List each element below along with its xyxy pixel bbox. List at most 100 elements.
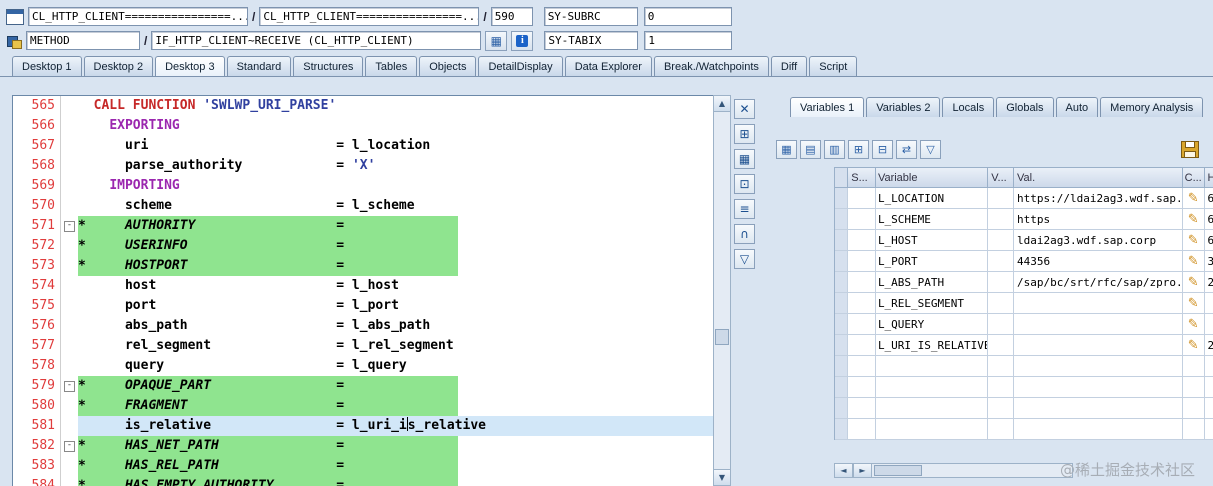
header-selector[interactable] [835,168,849,188]
scrollbar-thumb[interactable] [715,329,729,346]
header-v[interactable]: V... [988,168,1015,188]
code-text[interactable]: IMPORTING [78,176,179,196]
line-number[interactable]: 582 [13,436,61,456]
sy-tabix-value-field[interactable]: 1 [644,31,733,50]
line-number[interactable]: 566 [13,116,61,136]
table-add-icon[interactable]: ▤ [800,139,821,159]
cell-value[interactable]: https://ldai2ag3.wdf.sap... [1014,188,1183,209]
tab-tables[interactable]: Tables [365,56,418,76]
display-as-table-button[interactable]: ▦ [485,30,508,51]
hscrollbar-thumb[interactable] [874,465,922,476]
cell-variable[interactable]: L_LOCATION [875,188,989,209]
close-tool-icon[interactable]: ✕ [734,99,755,119]
code-text[interactable]: * HAS_EMPTY_AUTHORITY = [78,476,458,486]
fold-toggle-icon[interactable]: - [64,221,75,232]
code-text[interactable]: * USERINFO = [78,236,458,256]
tab-memory-analysis[interactable]: Memory Analysis [1100,97,1204,117]
fold-toggle-icon[interactable]: - [64,441,75,452]
line-number[interactable]: 581 [13,416,61,436]
services-tool-icon[interactable]: ≡ [734,199,755,219]
row-selector[interactable] [835,230,849,251]
code-text[interactable]: query = l_query [78,356,407,376]
row-selector[interactable] [835,293,849,314]
sy-subrc-field[interactable]: SY-SUBRC [543,7,638,26]
row-selector[interactable] [835,251,849,272]
line-number[interactable]: 575 [13,296,61,316]
cell-value[interactable]: https [1014,209,1183,230]
cell-value[interactable]: ldai2ag3.wdf.sap.corp [1014,230,1183,251]
unlock-tool-icon[interactable]: ∩ [734,224,755,244]
tab-diff[interactable]: Diff [770,56,808,76]
cell-variable[interactable]: L_PORT [875,251,989,272]
edit-value-icon[interactable]: ✎ [1188,213,1199,226]
line-number[interactable]: 577 [13,336,61,356]
line-number[interactable]: 567 [13,136,61,156]
header-variable[interactable]: Variable [875,168,989,188]
line-number[interactable]: 574 [13,276,61,296]
code-text[interactable]: * FRAGMENT = [78,396,458,416]
row-selector[interactable] [835,188,849,209]
event-name-field[interactable]: IF_HTTP_CLIENT~RECEIVE (CL_HTTP_CLIENT) [151,31,482,50]
row-selector[interactable] [835,314,849,335]
code-text[interactable]: rel_segment = l_rel_segment [78,336,454,356]
table-remove-icon[interactable]: ▥ [824,139,845,159]
header-val[interactable]: Val. [1014,168,1183,188]
cell-value[interactable]: 44356 [1014,251,1183,272]
header-hex[interactable]: He... [1204,168,1213,188]
line-number[interactable]: 578 [13,356,61,376]
line-number[interactable]: 565 [13,96,61,116]
abap-code-editor[interactable]: 565 CALL FUNCTION 'SWLWP_URI_PARSE' 566 E… [12,95,715,486]
scroll-left-button[interactable]: ◄ [834,463,853,478]
code-text[interactable]: port = l_port [78,296,399,316]
header-c[interactable]: C... [1182,168,1205,188]
edit-value-icon[interactable]: ✎ [1188,234,1199,247]
code-text[interactable]: host = l_host [78,276,399,296]
tab-desktop-1[interactable]: Desktop 1 [12,56,82,76]
cell-variable[interactable]: L_SCHEME [875,209,989,230]
line-number[interactable]: 573 [13,256,61,276]
cell-value[interactable] [1014,335,1183,356]
tab-variables-2[interactable]: Variables 2 [866,97,941,117]
line-number[interactable]: 580 [13,396,61,416]
code-text[interactable]: abs_path = l_abs_path [78,316,430,336]
line-number-field[interactable]: 590 [490,7,533,26]
row-selector[interactable] [835,272,849,293]
edit-value-icon[interactable]: ✎ [1188,339,1199,352]
edit-value-icon[interactable]: ✎ [1188,297,1199,310]
cell-variable[interactable]: L_QUERY [875,314,989,335]
line-number[interactable]: 570 [13,196,61,216]
code-text[interactable]: scheme = l_scheme [78,196,415,216]
row-selector[interactable] [835,335,849,356]
sy-subrc-value-field[interactable]: 0 [643,7,732,26]
edit-value-icon[interactable]: ✎ [1188,192,1199,205]
copy-tool-icon[interactable]: ▦ [734,149,755,169]
line-number[interactable]: 583 [13,456,61,476]
cell-value[interactable]: /sap/bc/srt/rfc/sap/zpro... [1014,272,1183,293]
editor-scrollbar[interactable]: ▲ ▼ [713,95,731,486]
line-number[interactable]: 572 [13,236,61,256]
include-field[interactable]: CL_HTTP_CLIENT================... [259,7,480,26]
edit-value-icon[interactable]: ✎ [1188,255,1199,268]
line-number[interactable]: 579 [13,376,61,396]
edit-value-icon[interactable]: ✎ [1188,276,1199,289]
header-s[interactable]: S... [848,168,876,188]
cell-variable[interactable]: L_URI_IS_RELATIVE [875,335,989,356]
info-button[interactable]: i [511,30,534,51]
tab-detaildisplay[interactable]: DetailDisplay [478,56,563,76]
row-selector[interactable] [835,209,849,230]
tab-variables-1[interactable]: Variables 1 [790,97,865,117]
scroll-up-button[interactable]: ▲ [714,96,730,112]
columns-icon[interactable]: ⊞ [848,139,869,159]
line-number[interactable]: 568 [13,156,61,176]
line-number[interactable]: 576 [13,316,61,336]
line-number[interactable]: 584 [13,476,61,486]
code-text[interactable]: parse_authority = 'X' [78,156,375,176]
cell-value[interactable] [1014,314,1183,335]
cell-variable[interactable]: L_HOST [875,230,989,251]
scroll-right-button[interactable]: ► [853,463,872,478]
hscrollbar-track[interactable] [872,463,1073,478]
maximize-tool-icon[interactable]: ⊡ [734,174,755,194]
code-text[interactable]: * HOSTPORT = [78,256,458,276]
tab-desktop-2[interactable]: Desktop 2 [83,56,154,76]
code-text[interactable]: * HAS_NET_PATH = [78,436,458,456]
